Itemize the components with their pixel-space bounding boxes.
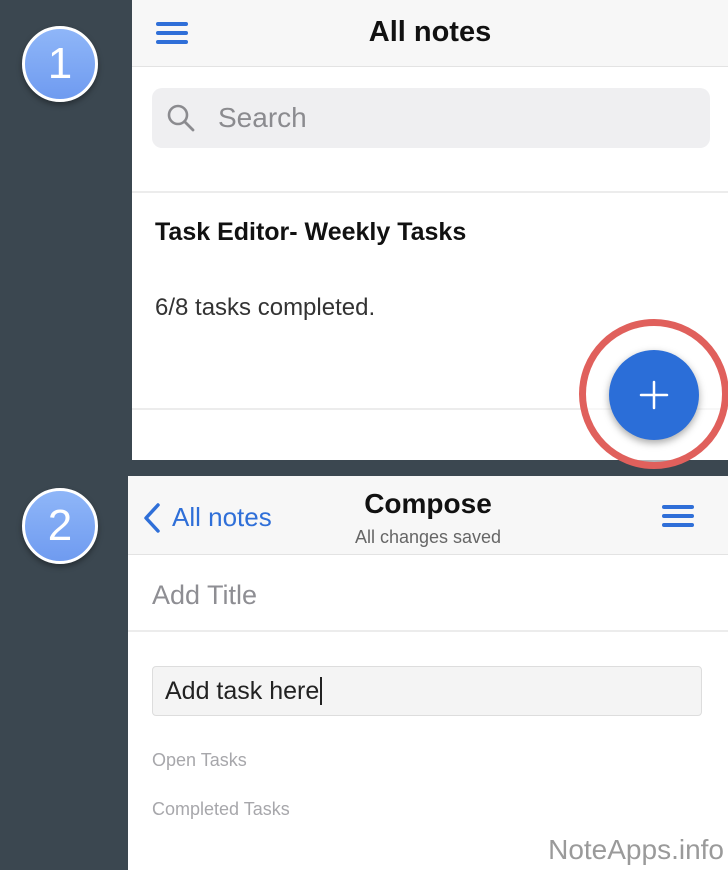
step-1-badge: 1 (22, 26, 98, 102)
divider (128, 630, 728, 632)
task-input-value: Add task here (165, 677, 320, 705)
page-title: Compose (364, 488, 492, 519)
add-note-button[interactable] (609, 350, 699, 440)
text-caret (320, 677, 323, 705)
search-input[interactable]: Search (152, 88, 710, 148)
note-title: Task Editor- Weekly Tasks (155, 218, 467, 246)
title-field[interactable]: Add Title (152, 580, 257, 611)
compose-header: All notes Compose All changes saved (128, 476, 728, 555)
notes-list-header: All notes (132, 0, 728, 67)
compose-screen: All notes Compose All changes saved Add … (128, 476, 728, 870)
search-icon (167, 104, 195, 132)
plus-icon (639, 380, 669, 410)
open-tasks-label: Open Tasks (152, 750, 247, 770)
step-2-badge: 2 (22, 488, 98, 564)
completed-tasks-label: Completed Tasks (152, 799, 290, 819)
task-input[interactable]: Add task here (152, 666, 702, 716)
divider (132, 191, 728, 193)
watermark: NoteApps.info (548, 834, 724, 865)
save-status: All changes saved (354, 527, 502, 547)
page-title: All notes (368, 16, 492, 48)
note-summary: 6/8 tasks completed. (155, 294, 376, 321)
search-placeholder: Search (218, 102, 307, 133)
menu-icon[interactable] (662, 505, 694, 527)
